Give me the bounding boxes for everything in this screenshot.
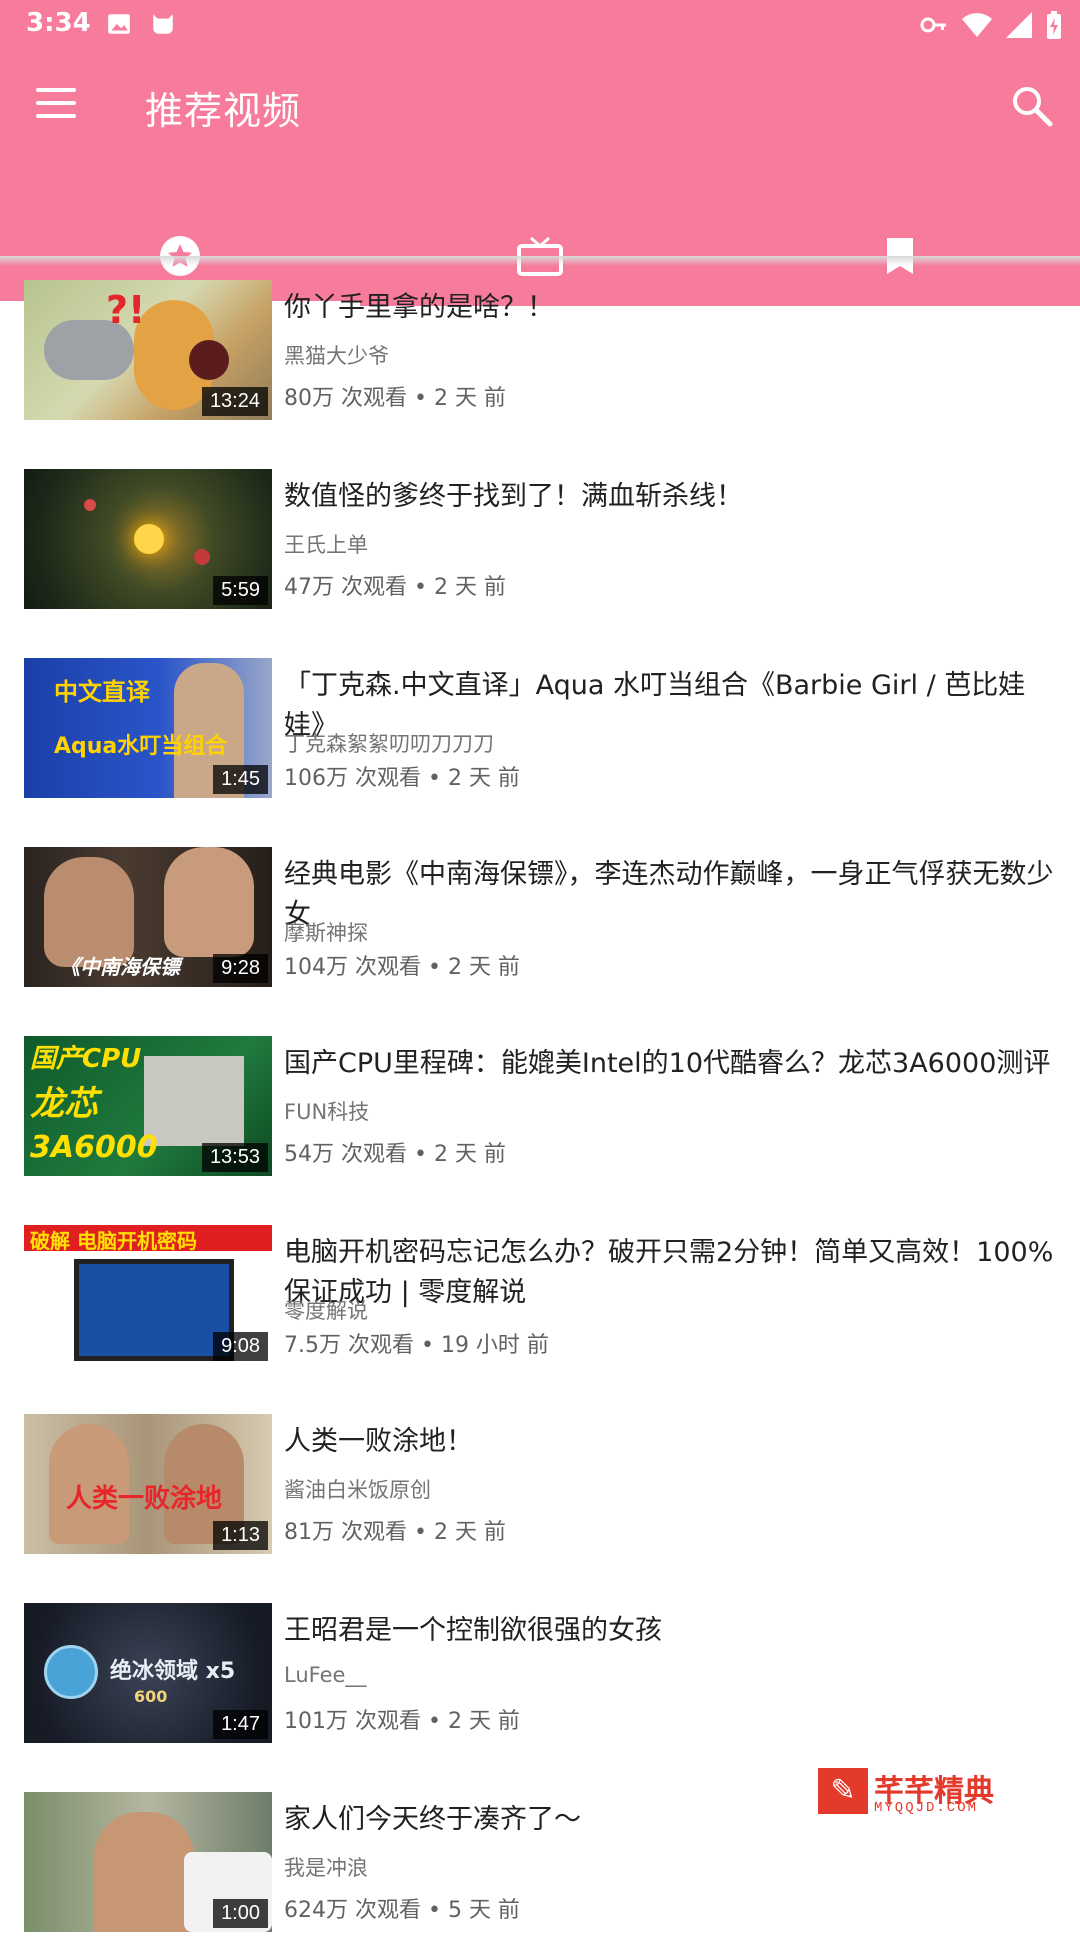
- signal-icon: [1006, 12, 1032, 38]
- video-title[interactable]: 经典电影《中南海保镖》，李连杰动作巅峰，一身正气俘获无数少女: [284, 855, 1064, 935]
- video-list: ?! 13:24 你丫手里拿的是啥？！ 黑猫大少爷 80万 次观看 • 2 天 …: [0, 256, 1080, 1957]
- video-thumbnail[interactable]: 5:59: [24, 469, 272, 609]
- video-title[interactable]: 人类一败涂地！: [284, 1422, 1064, 1462]
- search-icon[interactable]: [1010, 84, 1054, 128]
- thumb-text: 国产CPU: [30, 1044, 142, 1074]
- video-thumbnail[interactable]: 1:00: [24, 1792, 272, 1932]
- video-item[interactable]: ?! 13:24 你丫手里拿的是啥？！ 黑猫大少爷 80万 次观看 • 2 天 …: [0, 256, 1080, 445]
- wifi-icon: [962, 13, 992, 37]
- video-channel[interactable]: FUN科技: [284, 1096, 369, 1126]
- video-item[interactable]: 中文直译 Aqua水叮当组合 1:45 「丁克森.中文直译」Aqua 水叮当组合…: [0, 634, 1080, 823]
- video-thumbnail[interactable]: 破解 电脑开机密码 9:08: [24, 1225, 272, 1365]
- video-channel[interactable]: 王氏上单: [284, 529, 368, 559]
- video-channel[interactable]: LuFee__: [284, 1663, 366, 1687]
- image-icon: [108, 14, 130, 34]
- video-channel[interactable]: 零度解说: [284, 1295, 368, 1325]
- watermark-icon: ✎: [818, 1768, 868, 1814]
- thumb-text: 《中南海保镖: [60, 955, 180, 979]
- video-duration: 1:00: [213, 1899, 268, 1928]
- thumb-text-line3: 3A6000: [30, 1130, 158, 1165]
- video-item[interactable]: 人类一败涂地 1:13 人类一败涂地！ 酱油白米饭原创 81万 次观看 • 2 …: [0, 1390, 1080, 1579]
- video-duration: 5:59: [213, 576, 268, 605]
- video-title[interactable]: 国产CPU里程碑：能媲美Intel的10代酷睿么？龙芯3A6000测评: [284, 1044, 1064, 1084]
- video-channel[interactable]: 酱油白米饭原创: [284, 1474, 431, 1504]
- video-title[interactable]: 数值怪的爹终于找到了！满血斩杀线！: [284, 477, 1064, 517]
- watermark-subtitle: MYQQJD.COM: [874, 1800, 979, 1816]
- battery-charging-icon: [1047, 11, 1061, 39]
- video-meta: 624万 次观看 • 5 天 前: [284, 1898, 520, 1923]
- video-item[interactable]: 《中南海保镖 9:28 经典电影《中南海保镖》，李连杰动作巅峰，一身正气俘获无数…: [0, 823, 1080, 1012]
- video-channel[interactable]: 丁克森絮絮叨叨刀刀刀: [284, 728, 494, 758]
- thumb-text: 人类一败涂地: [66, 1484, 223, 1514]
- status-right-icons: [920, 11, 1062, 39]
- video-duration: 9:08: [213, 1332, 268, 1361]
- video-thumbnail[interactable]: 国产CPU 龙芯 3A6000 13:53: [24, 1036, 272, 1176]
- status-bar: 3:34: [0, 0, 1080, 50]
- vpn-key-icon: [920, 17, 946, 33]
- video-meta: 47万 次观看 • 2 天 前: [284, 575, 506, 600]
- status-time: 3:34: [26, 8, 91, 38]
- video-channel[interactable]: 我是冲浪: [284, 1852, 368, 1882]
- video-thumbnail[interactable]: 中文直译 Aqua水叮当组合 1:45: [24, 658, 272, 798]
- video-duration: 9:28: [213, 954, 268, 983]
- video-duration: 1:47: [213, 1710, 268, 1739]
- video-item[interactable]: 绝冰领域 x5 600 1:47 王昭君是一个控制欲很强的女孩 LuFee__ …: [0, 1579, 1080, 1768]
- video-item[interactable]: 5:59 数值怪的爹终于找到了！满血斩杀线！ 王氏上单 47万 次观看 • 2 …: [0, 445, 1080, 634]
- video-item[interactable]: 破解 电脑开机密码 9:08 电脑开机密码忘记怎么办？破开只需2分钟！简单又高效…: [0, 1201, 1080, 1390]
- watermark-logo: ✎ 芊芊精典 MYQQJD.COM: [818, 1768, 1008, 1818]
- video-duration: 13:53: [201, 1143, 268, 1172]
- video-meta: 7.5万 次观看 • 19 小时 前: [284, 1333, 549, 1358]
- thumb-text-subtitle: Aqua水叮当组合: [54, 734, 228, 759]
- video-channel[interactable]: 摩斯神探: [284, 917, 368, 947]
- thumb-text: 绝冰领域 x5: [110, 1659, 236, 1684]
- video-duration: 13:24: [201, 387, 268, 416]
- thumb-text: 破解 电脑开机密码: [30, 1229, 197, 1253]
- thumb-text: 中文直译: [54, 678, 150, 706]
- video-title[interactable]: 你丫手里拿的是啥？！: [284, 288, 1064, 328]
- video-meta: 54万 次观看 • 2 天 前: [284, 1142, 506, 1167]
- video-thumbnail[interactable]: 《中南海保镖 9:28: [24, 847, 272, 987]
- menu-icon[interactable]: [36, 88, 76, 118]
- video-meta: 81万 次观看 • 2 天 前: [284, 1520, 506, 1545]
- video-duration: 1:45: [213, 765, 268, 794]
- video-meta: 101万 次观看 • 2 天 前: [284, 1709, 520, 1734]
- video-meta: 104万 次观看 • 2 天 前: [284, 955, 520, 980]
- page-title: 推荐视频: [145, 89, 302, 133]
- video-channel[interactable]: 黑猫大少爷: [284, 340, 389, 370]
- video-item[interactable]: 国产CPU 龙芯 3A6000 13:53 国产CPU里程碑：能媲美Intel的…: [0, 1012, 1080, 1201]
- video-title[interactable]: 电脑开机密码忘记怎么办？破开只需2分钟！简单又高效！100%保证成功 | 零度解…: [284, 1233, 1064, 1313]
- app-toolbar: 推荐视频: [0, 50, 1080, 306]
- video-thumbnail[interactable]: 绝冰领域 x5 600 1:47: [24, 1603, 272, 1743]
- video-meta: 80万 次观看 • 2 天 前: [284, 386, 506, 411]
- video-thumbnail[interactable]: 人类一败涂地 1:13: [24, 1414, 272, 1554]
- video-thumbnail[interactable]: ?! 13:24: [24, 280, 272, 420]
- cat-icon: [153, 14, 173, 34]
- status-left-icons: [106, 11, 176, 37]
- video-title[interactable]: 王昭君是一个控制欲很强的女孩: [284, 1611, 1064, 1651]
- thumb-text-line2: 龙芯: [30, 1084, 98, 1124]
- thumb-text-mark: ?!: [106, 288, 146, 332]
- thumb-gold-count: 600: [134, 1687, 168, 1706]
- video-duration: 1:13: [213, 1521, 268, 1550]
- video-meta: 106万 次观看 • 2 天 前: [284, 766, 520, 791]
